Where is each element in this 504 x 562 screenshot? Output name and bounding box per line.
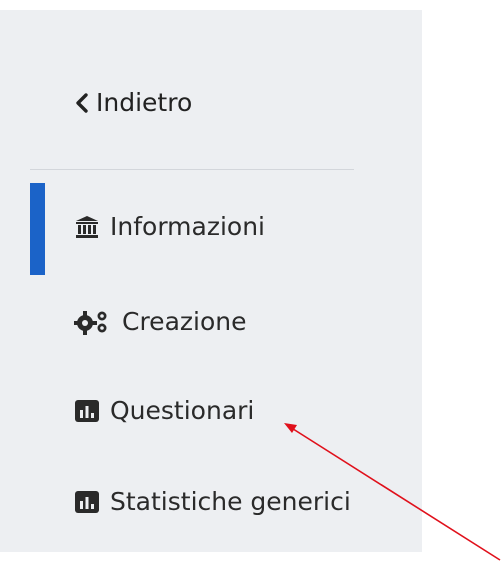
chevron-left-icon — [74, 92, 90, 114]
sidebar-item-label: Creazione — [122, 307, 247, 336]
sidebar-item-creazione[interactable]: Creazione — [74, 307, 246, 336]
sidebar: Indietro Informazioni Creazione Question… — [0, 10, 422, 552]
sidebar-item-label: Statistiche generici — [110, 487, 351, 516]
bar-chart-icon — [74, 398, 100, 424]
gears-icon — [74, 309, 112, 335]
institution-icon — [74, 214, 100, 240]
sidebar-item-label: Informazioni — [110, 212, 265, 241]
sidebar-item-label: Questionari — [110, 396, 255, 425]
sidebar-item-statistiche-generici[interactable]: Statistiche generici — [74, 487, 351, 516]
back-link[interactable]: Indietro — [74, 88, 192, 117]
sidebar-item-questionari[interactable]: Questionari — [74, 396, 254, 425]
back-label: Indietro — [96, 88, 193, 117]
active-indicator — [30, 183, 45, 275]
divider — [30, 169, 354, 170]
sidebar-item-informazioni[interactable]: Informazioni — [74, 212, 265, 241]
bar-chart-icon — [74, 489, 100, 515]
